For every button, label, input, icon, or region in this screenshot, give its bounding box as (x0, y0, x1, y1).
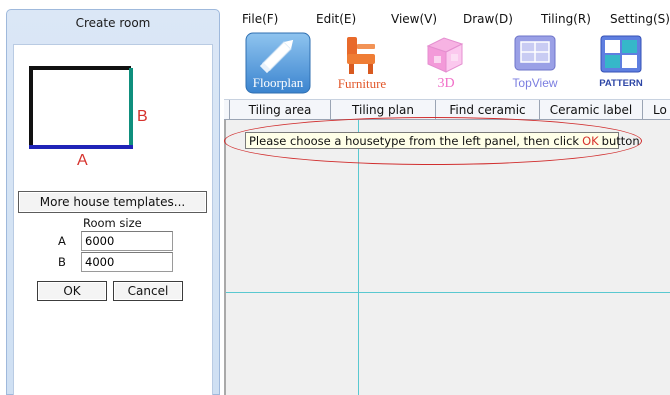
cancel-button[interactable]: Cancel (113, 281, 183, 301)
pattern-label: PATTERN (599, 78, 643, 89)
dimension-a-input[interactable] (81, 231, 173, 251)
topview-tool[interactable]: TopView (507, 32, 563, 94)
topview-label: TopView (512, 76, 558, 90)
menu-file[interactable]: File(F) (242, 12, 278, 26)
room-label-b: B (137, 108, 148, 125)
tab-tiling-area[interactable]: Tiling area (229, 100, 331, 120)
furniture-tool[interactable]: Furniture (330, 32, 394, 94)
pattern-icon (600, 35, 642, 73)
room-preview: B A (29, 66, 148, 165)
dimension-b-input[interactable] (81, 252, 173, 272)
room-size-label: Room size (83, 216, 142, 230)
floorplan-tool[interactable]: Floorplan (245, 32, 311, 94)
more-templates-button[interactable]: More house templates... (18, 191, 207, 213)
drawing-canvas[interactable]: Please choose a housetype from the left … (224, 117, 670, 395)
menu-setting[interactable]: Setting(S) (610, 12, 670, 26)
annotation-ellipse (224, 117, 642, 165)
furniture-icon (347, 37, 375, 74)
menu-edit[interactable]: Edit(E) (316, 12, 356, 26)
floorplan-label: Floorplan (252, 75, 304, 90)
pattern-tool[interactable]: PATTERN (593, 32, 649, 94)
menu-draw[interactable]: Draw(D) (463, 12, 513, 26)
menu-view[interactable]: View(V) (391, 12, 437, 26)
tab-ceramic-label[interactable]: Ceramic label (540, 100, 643, 120)
dimension-b-label: B (58, 255, 66, 269)
ok-button[interactable]: OK (37, 281, 107, 301)
3d-label: 3D (437, 76, 455, 91)
tab-lo[interactable]: Lo (643, 100, 670, 120)
create-room-panel: Create room B A More house templates... … (6, 9, 220, 395)
main-toolbar: Floorplan Furniture 3D TopView PATTERN (224, 32, 670, 94)
dimension-a-label: A (58, 234, 66, 248)
3d-cube-icon (426, 37, 464, 73)
menu-bar: File(F) Edit(E) View(V) Draw(D) Tiling(R… (224, 10, 670, 30)
topview-icon (514, 35, 556, 71)
panel-title: Create room (75, 16, 151, 30)
room-label-a: A (77, 152, 88, 165)
3d-tool[interactable]: 3D (418, 32, 474, 94)
furniture-label: Furniture (337, 76, 387, 91)
horizontal-guide-line (226, 292, 670, 293)
menu-tiling[interactable]: Tiling(R) (541, 12, 591, 26)
